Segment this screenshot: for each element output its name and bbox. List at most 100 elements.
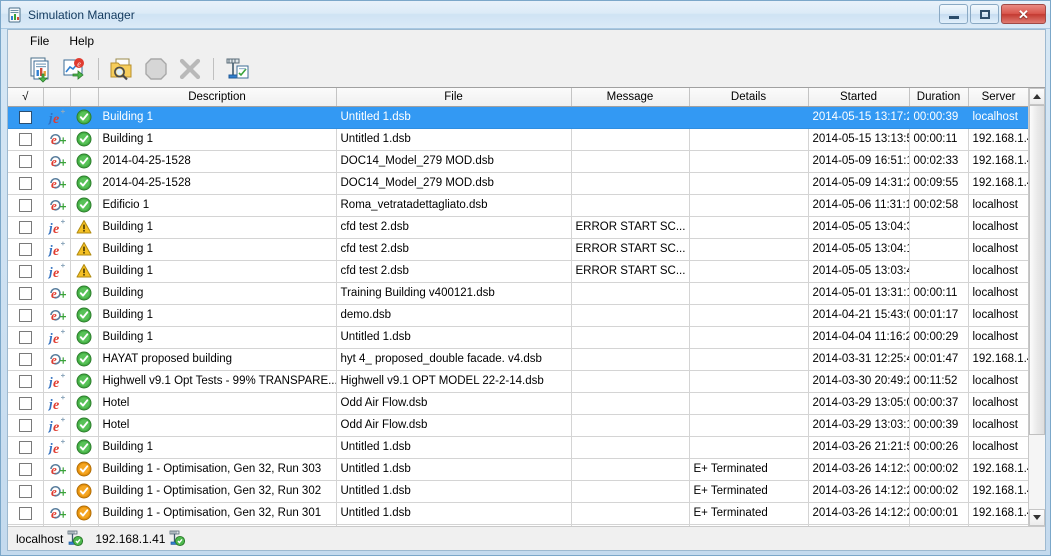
row-select-cell[interactable] — [8, 172, 43, 194]
row-select-cell[interactable] — [8, 260, 43, 282]
open-results-button[interactable]: e — [58, 53, 92, 85]
cell-details: E+ Terminated — [689, 480, 808, 502]
browse-folder-button[interactable] — [105, 53, 139, 85]
row-checkbox[interactable] — [19, 155, 32, 168]
row-select-cell[interactable] — [8, 106, 43, 128]
column-header-type[interactable] — [43, 88, 70, 106]
table-row[interactable]: jeBuilding 1Untitled 1.dsb2014-03-26 21:… — [8, 436, 1028, 458]
scrollbar-thumb[interactable] — [1029, 105, 1045, 435]
row-checkbox[interactable] — [19, 485, 32, 498]
simulation-type-cell: e — [43, 172, 70, 194]
row-select-cell[interactable] — [8, 150, 43, 172]
table-row[interactable]: jeBuilding 1cfd test 2.dsbERROR START SC… — [8, 238, 1028, 260]
row-select-cell[interactable] — [8, 304, 43, 326]
row-select-cell[interactable] — [8, 392, 43, 414]
scrollbar-track[interactable] — [1029, 105, 1045, 509]
row-select-cell[interactable] — [8, 524, 43, 526]
cell-duration — [909, 238, 968, 260]
manage-servers-button[interactable] — [220, 53, 254, 85]
row-select-cell[interactable] — [8, 128, 43, 150]
scroll-down-button[interactable] — [1029, 509, 1045, 526]
row-checkbox[interactable] — [19, 309, 32, 322]
table-row[interactable]: jeBuilding 1cfd test 2.dsbERROR START SC… — [8, 216, 1028, 238]
column-header-duration[interactable]: Duration — [909, 88, 968, 106]
table-row[interactable]: eBuildingTraining Building v400121.dsb20… — [8, 282, 1028, 304]
row-checkbox[interactable] — [19, 463, 32, 476]
menu-help[interactable]: Help — [59, 32, 104, 50]
table-row[interactable]: eBuilding 1 - Optimisation, Gen 32, Run … — [8, 458, 1028, 480]
row-checkbox[interactable] — [19, 221, 32, 234]
close-button[interactable]: ✕ — [1001, 4, 1046, 24]
table-row[interactable]: e2014-04-25-1528DOC14_Model_279 MOD.dsb2… — [8, 172, 1028, 194]
cell-message — [571, 106, 689, 128]
row-select-cell[interactable] — [8, 216, 43, 238]
column-header-state[interactable] — [70, 88, 98, 106]
row-checkbox[interactable] — [19, 287, 32, 300]
menu-file[interactable]: File — [20, 32, 59, 50]
row-checkbox[interactable] — [19, 265, 32, 278]
column-header-description[interactable]: Description — [98, 88, 336, 106]
row-select-cell[interactable] — [8, 194, 43, 216]
table-row[interactable]: eBuilding 1Untitled 1.dsb2014-05-15 13:1… — [8, 128, 1028, 150]
success-icon — [76, 153, 92, 169]
row-checkbox[interactable] — [19, 331, 32, 344]
row-checkbox[interactable] — [19, 397, 32, 410]
simulation-type-cell: e — [43, 128, 70, 150]
column-header-server[interactable]: Server — [968, 88, 1028, 106]
row-checkbox[interactable] — [19, 199, 32, 212]
row-checkbox[interactable] — [19, 375, 32, 388]
row-select-cell[interactable] — [8, 414, 43, 436]
column-header-details[interactable]: Details — [689, 88, 808, 106]
column-header-file[interactable]: File — [336, 88, 571, 106]
row-checkbox[interactable] — [19, 133, 32, 146]
row-checkbox[interactable] — [19, 507, 32, 520]
simulation-type-cell: je — [43, 370, 70, 392]
maximize-button[interactable] — [970, 4, 999, 24]
simulation-manager-window: Simulation Manager ✕ File Help — [0, 0, 1051, 556]
scroll-up-button[interactable] — [1029, 88, 1045, 105]
row-checkbox[interactable] — [19, 177, 32, 190]
table-row[interactable]: eBuilding 1 - Optimisation, Gen 32, Run … — [8, 524, 1028, 526]
table-row[interactable]: eHAYAT proposed buildinghyt 4_ proposed_… — [8, 348, 1028, 370]
status-server-localhost[interactable]: localhost — [16, 530, 83, 547]
row-checkbox[interactable] — [19, 441, 32, 454]
row-checkbox[interactable] — [19, 111, 32, 124]
row-checkbox[interactable] — [19, 419, 32, 432]
table-row[interactable]: eBuilding 1 - Optimisation, Gen 32, Run … — [8, 502, 1028, 524]
row-select-cell[interactable] — [8, 480, 43, 502]
row-select-cell[interactable] — [8, 370, 43, 392]
svg-text:e: e — [53, 266, 59, 279]
cell-description: Building 1 — [98, 304, 336, 326]
column-header-started[interactable]: Started — [808, 88, 909, 106]
cell-started: 2014-04-04 11:16:26 — [808, 326, 909, 348]
column-header-message[interactable]: Message — [571, 88, 689, 106]
table-row[interactable]: jeHotelOdd Air Flow.dsb2014-03-29 13:03:… — [8, 414, 1028, 436]
table-row[interactable]: e2014-04-25-1528DOC14_Model_279 MOD.dsb2… — [8, 150, 1028, 172]
row-select-cell[interactable] — [8, 238, 43, 260]
row-checkbox[interactable] — [19, 353, 32, 366]
table-row[interactable]: jeHotelOdd Air Flow.dsb2014-03-29 13:05:… — [8, 392, 1028, 414]
table-row[interactable]: jeHighwell v9.1 Opt Tests - 99% TRANSPAR… — [8, 370, 1028, 392]
table-row[interactable]: jeBuilding 1Untitled 1.dsb2014-05-15 13:… — [8, 106, 1028, 128]
row-checkbox[interactable] — [19, 243, 32, 256]
row-select-cell[interactable] — [8, 282, 43, 304]
table-row[interactable]: eBuilding 1 - Optimisation, Gen 32, Run … — [8, 480, 1028, 502]
row-select-cell[interactable] — [8, 436, 43, 458]
row-select-cell[interactable] — [8, 458, 43, 480]
vertical-scrollbar[interactable] — [1028, 88, 1045, 526]
row-select-cell[interactable] — [8, 326, 43, 348]
table-row[interactable]: eBuilding 1demo.dsb2014-04-21 15:43:0800… — [8, 304, 1028, 326]
column-header-check[interactable]: √ — [8, 88, 43, 106]
cell-description: Building 1 — [98, 260, 336, 282]
status-server-remote[interactable]: 192.168.1.41 — [95, 530, 185, 547]
new-simulation-button[interactable] — [24, 53, 58, 85]
simulation-status-cell — [70, 458, 98, 480]
cell-description: Hotel — [98, 414, 336, 436]
table-row[interactable]: eEdificio 1Roma_vetratadettagliato.dsb20… — [8, 194, 1028, 216]
simulation-status-cell — [70, 106, 98, 128]
table-row[interactable]: jeBuilding 1Untitled 1.dsb2014-04-04 11:… — [8, 326, 1028, 348]
minimize-button[interactable] — [939, 4, 968, 24]
table-row[interactable]: jeBuilding 1cfd test 2.dsbERROR START SC… — [8, 260, 1028, 282]
row-select-cell[interactable] — [8, 502, 43, 524]
row-select-cell[interactable] — [8, 348, 43, 370]
